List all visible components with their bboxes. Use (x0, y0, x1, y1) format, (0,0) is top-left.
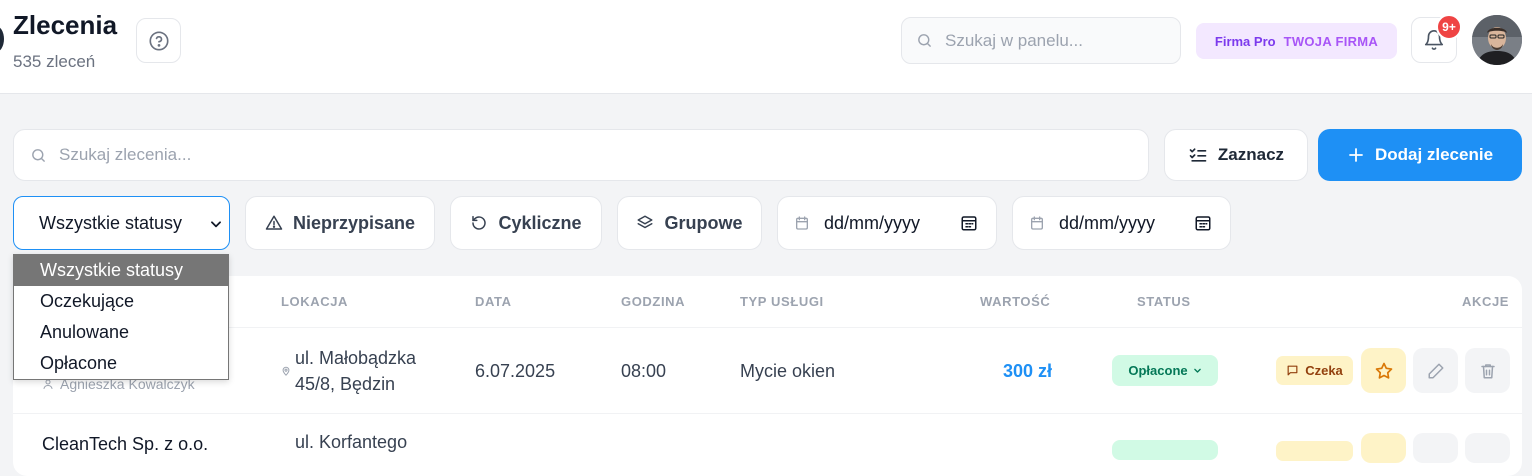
orders-count: 535 zleceń (13, 52, 96, 71)
star-icon (1375, 362, 1392, 379)
calendar-picker-icon[interactable] (960, 214, 978, 232)
group-filter-button[interactable]: Grupowe (617, 196, 762, 250)
order-date: 6.07.2025 (475, 361, 556, 381)
status-options-dropdown: Wszystkie statusy Oczekujące Anulowane O… (13, 254, 229, 380)
panel-search-input[interactable]: Szukaj w panelu... (901, 17, 1181, 64)
unassigned-filter-label: Nieprzypisane (292, 212, 416, 233)
status-label: Opłacone (1128, 363, 1188, 378)
status-dropdown[interactable]: Opłacone (1112, 355, 1218, 386)
column-header-location[interactable]: LOKACJA (281, 294, 348, 309)
edit-button[interactable] (1413, 433, 1458, 463)
rotate-icon (472, 215, 487, 230)
notifications-badge: 9+ (1436, 14, 1462, 40)
status-option-cancelled[interactable]: Anulowane (14, 317, 228, 348)
unassigned-filter-button[interactable]: Nieprzypisane (245, 196, 435, 250)
panel-search-placeholder: Szukaj w panelu... (945, 30, 1083, 50)
location-line-1: ul. Korfantego (295, 432, 408, 452)
help-button[interactable] (136, 18, 181, 63)
waiting-note-label: Czeka (1305, 363, 1343, 378)
search-icon (918, 34, 931, 47)
location-line-2: 45/8, Będzin (295, 374, 396, 394)
service-type: Mycie okien (740, 361, 836, 381)
map-pin-icon (282, 366, 290, 376)
help-circle-icon (148, 30, 169, 51)
delete-button[interactable] (1465, 433, 1510, 463)
status-option-paid[interactable]: Opłacone (14, 348, 228, 379)
list-check-icon (1189, 148, 1207, 162)
status-dropdown[interactable] (1112, 440, 1218, 460)
pencil-icon (1428, 363, 1443, 378)
company-name: TWOJA FIRMA (1283, 33, 1379, 49)
add-order-button[interactable]: Dodaj zlecenie (1318, 129, 1522, 181)
column-header-actions: AKCJE (1462, 294, 1510, 309)
trash-icon (1480, 363, 1495, 378)
column-header-date[interactable]: DATA (475, 294, 512, 309)
order-search-input[interactable]: Szukaj zlecenia... (13, 129, 1149, 181)
status-option-all[interactable]: Wszystkie statusy (14, 255, 228, 286)
warning-triangle-icon (265, 215, 283, 230)
waiting-note-badge[interactable]: Czeka (1276, 356, 1353, 385)
page-title: Zlecenia (13, 10, 118, 40)
select-button[interactable]: Zaznacz (1164, 129, 1308, 181)
recurring-filter-button[interactable]: Cykliczne (450, 196, 602, 250)
location-line-1: ul. Małobądzka (295, 348, 417, 368)
calendar-icon (1031, 216, 1043, 230)
header-divider (13, 327, 1522, 328)
status-filter-value: Wszystkie statusy (39, 212, 183, 233)
edit-button[interactable] (1413, 348, 1458, 393)
avatar-image (1472, 15, 1522, 65)
favorite-button[interactable] (1361, 433, 1406, 463)
column-header-time[interactable]: GODZINA (621, 294, 685, 309)
select-button-label: Zaznacz (1217, 145, 1285, 164)
date-from-value: dd/mm/yyyy (824, 212, 921, 233)
group-filter-label: Grupowe (664, 212, 743, 233)
chevron-down-icon (211, 221, 221, 228)
date-from-input[interactable]: dd/mm/yyyy (777, 196, 997, 250)
row-divider (13, 413, 1522, 414)
top-bar: Zlecenia 535 zleceń Szukaj w panelu... F… (0, 0, 1532, 94)
client-name[interactable]: CleanTech Sp. z o.o. (42, 434, 208, 455)
column-header-status[interactable]: STATUS (1137, 294, 1191, 309)
date-to-input[interactable]: dd/mm/yyyy (1012, 196, 1231, 250)
column-header-service[interactable]: TYP USŁUGI (740, 294, 824, 309)
favorite-button[interactable] (1361, 348, 1406, 393)
waiting-note-badge[interactable] (1276, 441, 1353, 461)
plan-name: Firma Pro (1214, 33, 1276, 49)
status-option-pending[interactable]: Oczekujące (14, 286, 228, 317)
search-icon (32, 148, 45, 162)
layers-icon (637, 215, 653, 229)
add-order-label: Dodaj zlecenie (1374, 145, 1494, 164)
recurring-filter-label: Cykliczne (498, 212, 582, 233)
user-avatar[interactable] (1472, 15, 1522, 65)
plus-icon (1349, 148, 1363, 162)
calendar-picker-icon[interactable] (1194, 214, 1212, 232)
order-time: 08:00 (621, 361, 667, 381)
date-to-value: dd/mm/yyyy (1059, 212, 1156, 233)
calendar-icon (796, 216, 808, 230)
order-search-placeholder: Szukaj zlecenia... (59, 145, 192, 164)
column-header-value[interactable]: WARTOŚĆ (980, 294, 1050, 309)
order-value: 300 zł (1003, 361, 1053, 381)
sidebar-toggle-edge[interactable] (0, 26, 4, 52)
delete-button[interactable] (1465, 348, 1510, 393)
status-filter-select[interactable]: Wszystkie statusy (13, 196, 230, 250)
plan-badge[interactable]: Firma Pro TWOJA FIRMA (1196, 23, 1397, 59)
message-icon (1287, 365, 1298, 376)
chevron-down-icon (1193, 368, 1201, 373)
